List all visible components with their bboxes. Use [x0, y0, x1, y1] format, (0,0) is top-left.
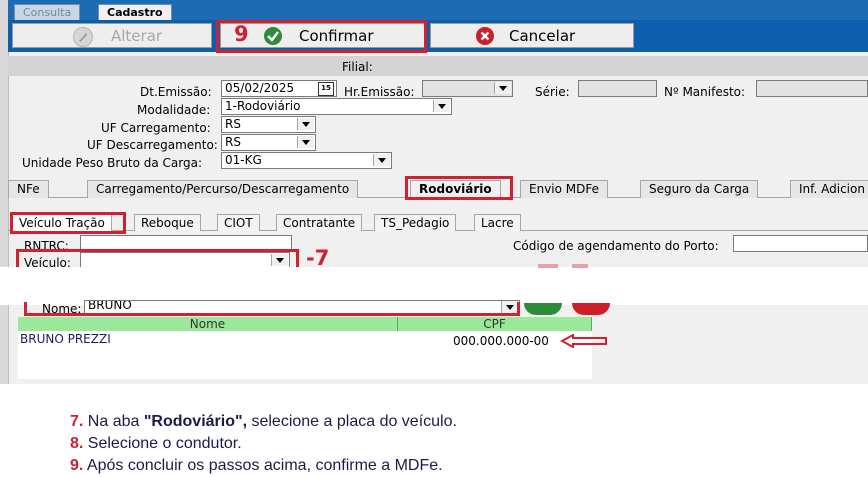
highlight-box-veiculo-tracao	[10, 212, 126, 234]
hr-emissao-field[interactable]	[422, 80, 513, 97]
remove-driver-icon[interactable]	[572, 303, 610, 315]
codigo-agendamento-label: Código de agendamento do Porto:	[513, 239, 719, 253]
serie-field[interactable]	[578, 80, 657, 97]
modalidade-dropdown-icon[interactable]	[433, 100, 450, 112]
uf-carregamento-dropdown-icon[interactable]	[297, 118, 314, 130]
action-toolbar: Alterar Confirmar Cancelar	[8, 20, 868, 52]
cut-marker-residue-2	[572, 264, 588, 268]
grid-header-nome: Nome	[18, 317, 398, 331]
arrow-left-icon	[560, 334, 607, 348]
instruction-step-8: 8. Selecione o condutor.	[70, 435, 242, 452]
tab-contratante[interactable]: Contratante	[276, 214, 363, 231]
manifesto-label: Nº Manifesto:	[664, 85, 746, 99]
grid-cell-nome: BRUNO PREZZI	[20, 332, 111, 346]
grid-cell-cpf: 000.000.000-00	[453, 334, 549, 348]
alterar-button[interactable]: Alterar	[12, 23, 212, 48]
dt-emissao-label: Dt.Emissão:	[140, 85, 212, 99]
table-row[interactable]: BRUNO PREZZI 000.000.000-00	[18, 331, 592, 348]
tab-seguro-carga[interactable]: Seguro da Carga	[640, 180, 759, 198]
calendar-icon[interactable]: 15	[318, 82, 334, 96]
tab-lacre[interactable]: Lacre	[474, 214, 521, 231]
step-9-marker: 9	[234, 22, 249, 46]
uf-descarregamento-select[interactable]: RS	[221, 134, 316, 151]
filial-bar: Filial:	[8, 56, 868, 76]
tab-envio-mdfe[interactable]: Envio MDFe	[520, 180, 609, 198]
codigo-agendamento-field[interactable]	[733, 235, 868, 252]
tab-reboque[interactable]: Reboque	[134, 214, 201, 231]
cancel-x-icon	[476, 27, 494, 45]
uf-carregamento-select[interactable]: RS	[221, 116, 316, 133]
tab-consulta[interactable]: Consulta	[14, 4, 81, 21]
modalidade-label: Modalidade:	[137, 103, 211, 117]
highlight-box-rodoviario	[405, 176, 513, 200]
modalidade-select[interactable]: 1-Rodoviário	[221, 98, 452, 115]
tab-inf-adicionais[interactable]: Inf. Adicion	[790, 180, 868, 198]
cut-marker-residue	[538, 264, 558, 268]
cancelar-button[interactable]: Cancelar	[430, 23, 634, 48]
tab-carregamento-percurso[interactable]: Carregamento/Percurso/Descarregamento	[87, 180, 359, 198]
uf-carregamento-label: UF Carregamento:	[101, 121, 211, 135]
pencil-icon	[73, 27, 93, 47]
dt-emissao-field[interactable]: 05/02/2025 15	[221, 80, 337, 97]
tab-ciot[interactable]: CIOT	[217, 214, 260, 231]
manifesto-field[interactable]	[756, 80, 868, 97]
highlight-box-nome	[24, 302, 520, 316]
instruction-step-7: 7. Na aba "Rodoviário", selecione a plac…	[70, 413, 457, 430]
unidade-peso-select[interactable]: 01-KG	[221, 152, 392, 169]
tab-cadastro[interactable]: Cadastro	[98, 4, 172, 21]
top-tab-bar: Consulta Cadastro	[8, 0, 868, 21]
hr-emissao-label: Hr.Emissão:	[344, 85, 415, 99]
tab-nfe[interactable]: NFe	[8, 180, 49, 198]
unidade-peso-label: Unidade Peso Bruto da Carga:	[22, 156, 202, 170]
tab-ts-pedagio[interactable]: TS_Pedagio	[374, 214, 457, 231]
uf-descarregamento-label: UF Descarregamento:	[87, 138, 218, 152]
grid-header-cpf: CPF	[398, 317, 592, 331]
uf-descarregamento-dropdown-icon[interactable]	[297, 136, 314, 148]
serie-label: Série:	[535, 85, 570, 99]
confirm-driver-icon[interactable]	[524, 303, 562, 315]
mdfe-application-window: Consulta Cadastro Alterar Confirmar Canc…	[0, 0, 868, 384]
filial-label: Filial:	[342, 60, 373, 74]
unidade-peso-dropdown-icon[interactable]	[373, 154, 390, 166]
instruction-step-9: 9. Após concluir os passos acima, confir…	[70, 457, 443, 474]
hr-emissao-dropdown-icon[interactable]	[494, 82, 511, 94]
